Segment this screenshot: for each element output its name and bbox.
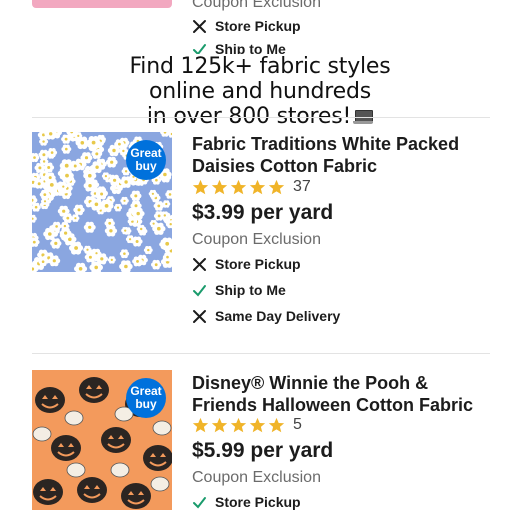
product-title[interactable]: Disney® Winnie the Pooh & Friends Hallow… (192, 372, 492, 416)
star-icon (249, 417, 266, 432)
x-icon (193, 309, 206, 323)
pumpkin-motif (35, 387, 65, 413)
rating-count: 5 (293, 416, 302, 433)
great-buy-badge: Great buy (126, 140, 166, 180)
check-icon (193, 496, 206, 509)
rating-count: 37 (293, 178, 311, 195)
fulfillment-label: Store Pickup (215, 256, 301, 272)
product-title[interactable]: Fabric Traditions White Packed Daisies C… (192, 133, 492, 177)
star-icon (230, 179, 247, 194)
fulfillment-label: Ship to Me (215, 282, 286, 298)
fulfillment-label: Store Pickup (215, 18, 301, 34)
product-image-pooh-halloween[interactable]: Great buy (32, 370, 172, 510)
product-image-partial[interactable] (32, 0, 172, 8)
star-icon (192, 417, 209, 432)
pumpkin-motif (101, 427, 131, 453)
divider (32, 117, 490, 118)
star-icon (268, 179, 285, 194)
x-icon (193, 257, 206, 271)
star-rating: 5 (192, 416, 302, 434)
fulfillment-same-day-delivery: Same Day Delivery (192, 308, 340, 324)
coupon-exclusion-label: Coupon Exclusion (192, 231, 321, 248)
character-motif (64, 410, 84, 426)
check-icon (193, 284, 206, 297)
pumpkin-motif (77, 477, 107, 503)
pumpkin-motif (143, 445, 172, 471)
star-icon (192, 179, 209, 194)
pumpkin-motif (79, 377, 109, 403)
star-rating: 37 (192, 178, 311, 196)
character-motif (152, 420, 172, 436)
fulfillment-store-pickup: Store Pickup (192, 494, 301, 510)
character-motif (150, 476, 170, 492)
star-icon (211, 417, 228, 432)
x-icon (193, 19, 206, 33)
divider (32, 353, 490, 354)
fulfillment-label: Same Day Delivery (215, 308, 341, 324)
star-icon (268, 417, 285, 432)
fulfillment-store-pickup: Store Pickup (192, 18, 301, 34)
product-image-daisies[interactable]: Great buy (32, 132, 172, 272)
star-icon (230, 417, 247, 432)
coupon-exclusion-label: Coupon Exclusion (192, 469, 321, 486)
caption-line-2: online and hundreds (144, 79, 375, 104)
character-motif (32, 426, 52, 442)
pumpkin-motif (33, 479, 63, 505)
character-motif (110, 462, 130, 478)
character-motif (66, 462, 86, 478)
pumpkin-motif (121, 483, 151, 509)
product-price: $5.99 per yard (192, 439, 334, 462)
coupon-exclusion-label: Coupon Exclusion (192, 0, 321, 11)
pumpkin-motif (51, 435, 81, 461)
fulfillment-ship-to-me: Ship to Me (192, 282, 286, 298)
product-price: $3.99 per yard (192, 201, 334, 224)
fulfillment-store-pickup: Store Pickup (192, 256, 301, 272)
star-icon (249, 179, 266, 194)
star-icon (211, 179, 228, 194)
caption-line-1: Find 125k+ fabric styles (125, 54, 395, 79)
fulfillment-label: Store Pickup (215, 494, 301, 510)
great-buy-badge: Great buy (126, 378, 166, 418)
